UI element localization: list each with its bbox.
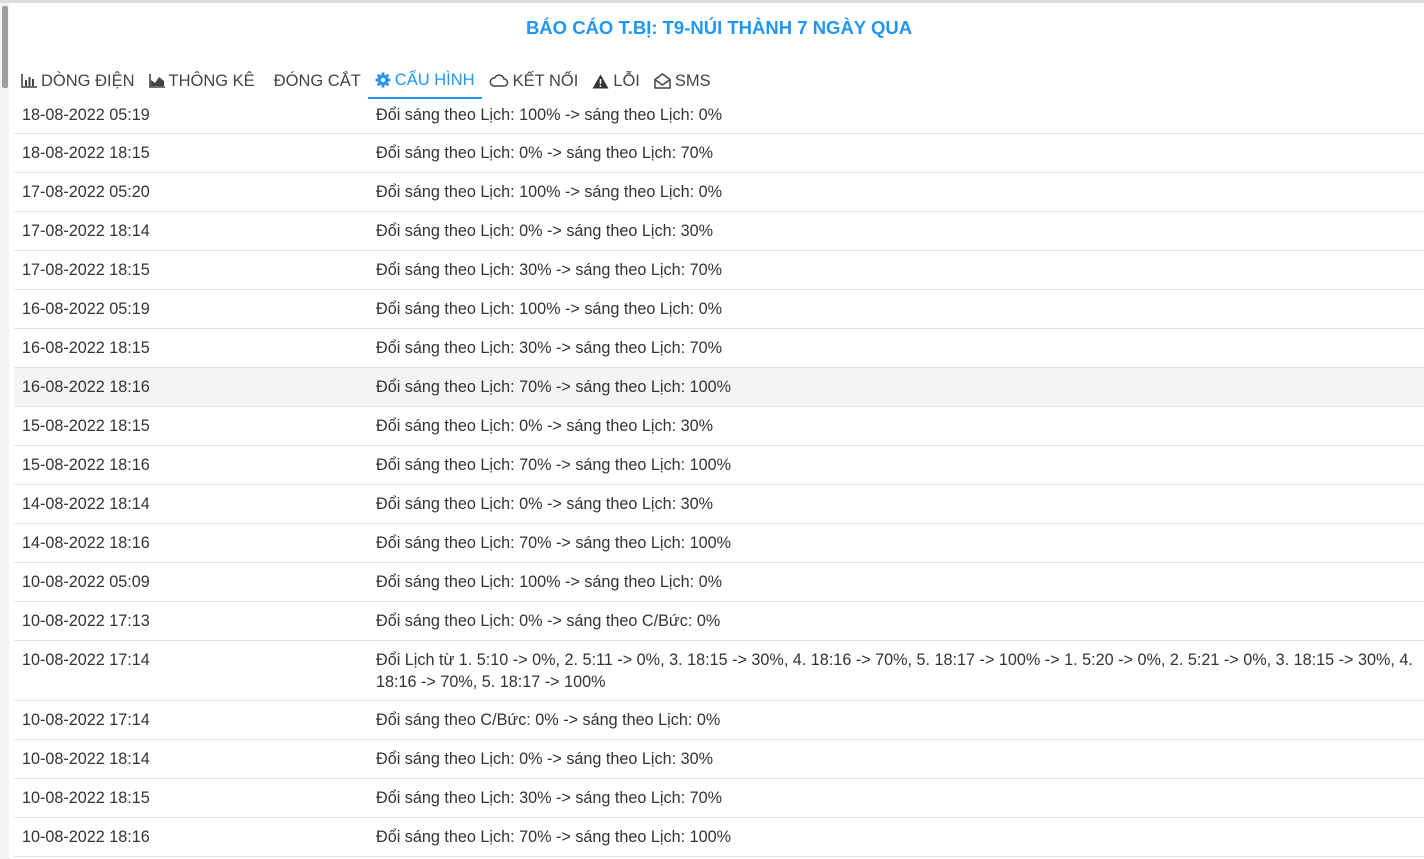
table-row: 10-08-2022 17:14 Đổi sáng theo C/Bức: 0%… xyxy=(14,700,1424,740)
cell-time: 17-08-2022 18:15 xyxy=(14,250,368,290)
tab-dong-dien[interactable]: DÒNG ĐIỆN xyxy=(14,63,142,99)
tab-label: DÒNG ĐIỆN xyxy=(41,71,135,90)
bar-chart-icon xyxy=(21,74,37,88)
cell-event: Đổi sáng theo Lịch: 100% -> sáng theo Lị… xyxy=(368,172,1424,212)
cell-event: Đổi sáng theo Lịch: 70% -> sáng theo Lịc… xyxy=(368,445,1424,485)
tab-label: KẾT NỐI xyxy=(512,71,579,90)
cell-event: Đổi sáng theo Lịch: 30% -> sáng theo Lịc… xyxy=(368,778,1424,818)
cell-time: 16-08-2022 05:19 xyxy=(14,289,368,329)
table-row: 17-08-2022 18:15 Đổi sáng theo Lịch: 30%… xyxy=(14,250,1424,290)
cell-event: Đổi sáng theo Lịch: 100% -> sáng theo Lị… xyxy=(368,562,1424,602)
table-row: 18-08-2022 18:15 Đổi sáng theo Lịch: 0% … xyxy=(14,133,1424,173)
cell-event: Đổi sáng theo Lịch: 0% -> sáng theo Lịch… xyxy=(368,133,1424,173)
table-row: 10-08-2022 18:14 Đổi sáng theo Lịch: 0% … xyxy=(14,739,1424,779)
cell-event: Đổi sáng theo Lịch: 70% -> sáng theo Lịc… xyxy=(368,817,1424,857)
cell-time: 15-08-2022 18:16 xyxy=(14,445,368,485)
table-row: 10-08-2022 05:09 Đổi sáng theo Lịch: 100… xyxy=(14,562,1424,602)
cell-event: Đổi sáng theo Lịch: 0% -> sáng theo Lịch… xyxy=(368,484,1424,524)
table-row: 15-08-2022 18:15 Đổi sáng theo Lịch: 0% … xyxy=(14,406,1424,446)
cell-event: Đổi sáng theo C/Bức: 0% -> sáng theo Lịc… xyxy=(368,700,1424,740)
table-row: 16-08-2022 18:15 Đổi sáng theo Lịch: 30%… xyxy=(14,328,1424,368)
cell-event: Đổi sáng theo Lịch: 100% -> sáng theo Lị… xyxy=(368,289,1424,329)
table-row: 14-08-2022 18:16 Đổi sáng theo Lịch: 70%… xyxy=(14,523,1424,563)
cell-event: Đổi sáng theo Lịch: 0% -> sáng theo Lịch… xyxy=(368,739,1424,779)
envelope-open-icon xyxy=(654,73,671,89)
cell-event: Đổi sáng theo Lịch: 30% -> sáng theo Lịc… xyxy=(368,250,1424,290)
area-chart-icon xyxy=(148,74,165,88)
table-row: 18-08-2022 05:19 Đổi sáng theo Lịch: 100… xyxy=(14,99,1424,134)
tab-sms[interactable]: SMS xyxy=(647,63,718,99)
cell-event: Đổi sáng theo Lịch: 0% -> sáng theo Lịch… xyxy=(368,211,1424,251)
scrollbar-thumb[interactable] xyxy=(2,6,8,88)
config-log-table: 18-08-2022 05:19 Đổi sáng theo Lịch: 100… xyxy=(14,99,1424,857)
cell-time: 10-08-2022 17:13 xyxy=(14,601,368,641)
cell-time: 10-08-2022 18:14 xyxy=(14,739,368,779)
tab-ket-noi[interactable]: KẾT NỐI xyxy=(482,63,586,99)
cell-time: 10-08-2022 17:14 xyxy=(14,640,368,701)
cell-time: 10-08-2022 18:15 xyxy=(14,778,368,818)
tab-dong-cat[interactable]: ĐÓNG CẮT xyxy=(262,63,368,99)
report-title: BÁO CÁO T.BỊ: T9-NÚI THÀNH 7 NGÀY QUA xyxy=(525,17,913,38)
table-row: 10-08-2022 18:16 Đổi sáng theo Lịch: 70%… xyxy=(14,817,1424,857)
tab-label: SMS xyxy=(674,71,711,90)
table-row: 15-08-2022 18:16 Đổi sáng theo Lịch: 70%… xyxy=(14,445,1424,485)
tab-loi[interactable]: LỖI xyxy=(585,63,647,99)
table-row: 16-08-2022 05:19 Đổi sáng theo Lịch: 100… xyxy=(14,289,1424,329)
cell-time: 17-08-2022 05:20 xyxy=(14,172,368,212)
tab-label: CẤU HÌNH xyxy=(394,70,475,89)
cell-time: 10-08-2022 17:14 xyxy=(14,700,368,740)
table-row: 17-08-2022 18:14 Đổi sáng theo Lịch: 0% … xyxy=(14,211,1424,251)
cell-event: Đổi sáng theo Lịch: 0% -> sáng theo Lịch… xyxy=(368,406,1424,446)
table-row: 14-08-2022 18:14 Đổi sáng theo Lịch: 0% … xyxy=(14,484,1424,524)
window-top-border xyxy=(0,0,1424,3)
tab-cau-hinh[interactable]: CẤU HÌNH xyxy=(367,63,482,99)
cell-time: 16-08-2022 18:16 xyxy=(14,367,368,407)
cloud-icon xyxy=(489,74,508,87)
gear-icon xyxy=(375,72,391,88)
warning-icon xyxy=(592,74,609,88)
cell-time: 10-08-2022 18:16 xyxy=(14,817,368,857)
cell-time: 10-08-2022 05:09 xyxy=(14,562,368,602)
page-scrollbar[interactable] xyxy=(0,3,9,859)
cell-time: 14-08-2022 18:16 xyxy=(14,523,368,563)
cell-event: Đổi Lịch từ 1. 5:10 -> 0%, 2. 5:11 -> 0%… xyxy=(368,640,1424,701)
cell-time: 18-08-2022 18:15 xyxy=(14,133,368,173)
cell-time: 16-08-2022 18:15 xyxy=(14,328,368,368)
cell-time: 15-08-2022 18:15 xyxy=(14,406,368,446)
tab-label: THÔNG KÊ xyxy=(168,71,255,90)
cell-time: 17-08-2022 18:14 xyxy=(14,211,368,251)
cell-event: Đổi sáng theo Lịch: 70% -> sáng theo Lịc… xyxy=(368,367,1424,407)
table-row-highlighted: 16-08-2022 18:16 Đổi sáng theo Lịch: 70%… xyxy=(14,367,1424,407)
table-row: 10-08-2022 17:13 Đổi sáng theo Lịch: 0% … xyxy=(14,601,1424,641)
cell-event: Đổi sáng theo Lịch: 70% -> sáng theo Lịc… xyxy=(368,523,1424,563)
tab-label: LỖI xyxy=(613,71,640,90)
tab-thong-ke[interactable]: THÔNG KÊ xyxy=(142,63,262,99)
table-row: 10-08-2022 17:14 Đổi Lịch từ 1. 5:10 -> … xyxy=(14,640,1424,701)
table-row: 10-08-2022 18:15 Đổi sáng theo Lịch: 30%… xyxy=(14,778,1424,818)
cell-time: 14-08-2022 18:14 xyxy=(14,484,368,524)
cell-event: Đổi sáng theo Lịch: 0% -> sáng theo C/Bứ… xyxy=(368,601,1424,641)
cell-event: Đổi sáng theo Lịch: 100% -> sáng theo Lị… xyxy=(368,99,1424,134)
cell-time: 18-08-2022 05:19 xyxy=(14,99,368,134)
table-row: 17-08-2022 05:20 Đổi sáng theo Lịch: 100… xyxy=(14,172,1424,212)
report-tabs: DÒNG ĐIỆN THÔNG KÊ ĐÓNG CẮT CẤU HÌNH KẾT… xyxy=(14,63,718,99)
tab-label: ĐÓNG CẮT xyxy=(273,71,361,90)
cell-event: Đổi sáng theo Lịch: 30% -> sáng theo Lịc… xyxy=(368,328,1424,368)
